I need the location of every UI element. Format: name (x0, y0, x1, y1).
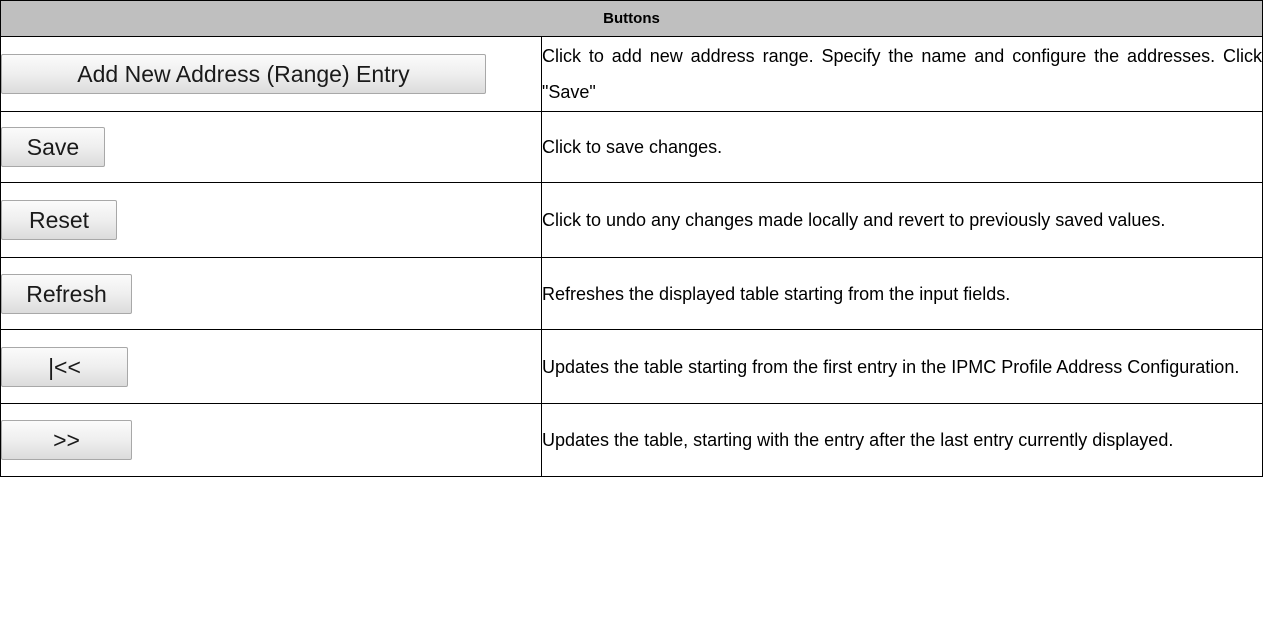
next-page-button[interactable]: >> (1, 420, 132, 460)
add-new-address-range-entry-button[interactable]: Add New Address (Range) Entry (1, 54, 486, 94)
description-cell: Click to undo any changes made locally a… (541, 182, 1263, 258)
table-row: Save Click to save changes. (0, 111, 1263, 183)
refresh-button[interactable]: Refresh (1, 273, 132, 314)
description-cell: Click to add new address range. Specify … (541, 36, 1263, 112)
table-row: Reset Click to undo any changes made loc… (0, 182, 1263, 258)
description-cell: Click to save changes. (541, 111, 1263, 183)
first-page-button[interactable]: |<< (1, 346, 128, 387)
button-cell: Reset (0, 182, 542, 258)
table-row: Add New Address (Range) Entry Click to a… (0, 36, 1263, 112)
table-header: Buttons (0, 0, 1263, 37)
save-button[interactable]: Save (1, 127, 105, 167)
reset-button[interactable]: Reset (1, 200, 117, 240)
table-header-row: Buttons (0, 0, 1263, 37)
button-cell: |<< (0, 329, 542, 404)
button-cell: Add New Address (Range) Entry (0, 36, 542, 112)
buttons-table: Buttons Add New Address (Range) Entry Cl… (0, 0, 1263, 477)
description-cell: Updates the table, starting with the ent… (541, 403, 1263, 477)
button-cell: Save (0, 111, 542, 183)
table-row: >> Updates the table, starting with the … (0, 403, 1263, 477)
button-cell: >> (0, 403, 542, 477)
description-cell: Refreshes the displayed table starting f… (541, 257, 1263, 330)
table-row: Refresh Refreshes the displayed table st… (0, 257, 1263, 330)
description-cell: Updates the table starting from the firs… (541, 329, 1263, 404)
button-cell: Refresh (0, 257, 542, 330)
table-row: |<< Updates the table starting from the … (0, 329, 1263, 404)
